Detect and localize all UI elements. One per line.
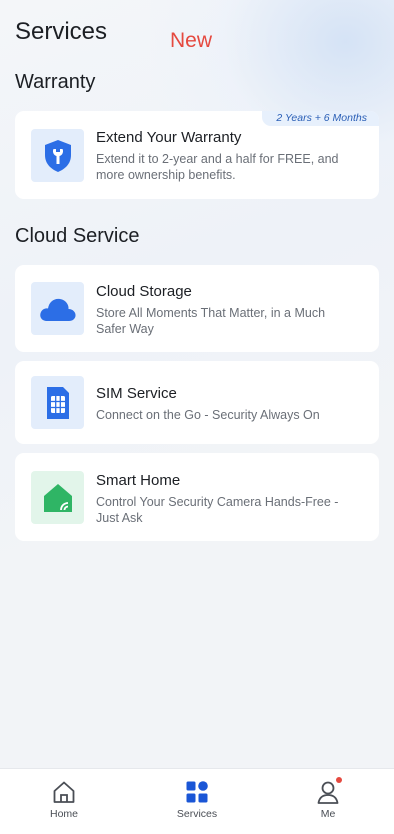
user-icon: [315, 777, 342, 805]
sim-card-icon: [31, 376, 84, 429]
tab-label: Services: [176, 808, 218, 820]
smart-home-card[interactable]: Smart Home Control Your Security Camera …: [15, 453, 379, 541]
cloud-icon: [31, 282, 84, 335]
card-description: Connect on the Go - Security Always On: [96, 408, 320, 422]
section-title-cloud-service: Cloud Service: [15, 225, 140, 247]
services-page: Services New Warranty 2 Years + 6 Months…: [0, 0, 394, 834]
page-title: Services: [15, 18, 108, 45]
section-title-warranty: Warranty: [15, 71, 96, 93]
card-description: Extend it to 2-year and a half for FREE,…: [96, 152, 339, 182]
home-icon: [51, 779, 77, 805]
card-description: Store All Moments That Matter, in a Much…: [96, 306, 326, 336]
services-grid-icon: [184, 779, 210, 805]
cloud-storage-card[interactable]: Cloud Storage Store All Moments That Mat…: [15, 265, 379, 352]
card-title: Extend Your Warranty: [96, 129, 242, 146]
sim-service-card[interactable]: SIM Service Connect on the Go - Security…: [15, 361, 379, 444]
tab-label: Me: [320, 808, 336, 820]
notification-dot: [336, 777, 342, 783]
extend-warranty-card[interactable]: 2 Years + 6 Months Extend Your Warranty …: [15, 111, 379, 199]
card-description: Control Your Security Camera Hands-Free …: [96, 495, 339, 525]
smart-home-icon: [31, 471, 84, 524]
tab-label: Home: [49, 808, 78, 820]
new-tag: New: [170, 29, 213, 52]
bottom-tab-bar: Home Services Me: [0, 768, 394, 834]
tab-services[interactable]: Services: [147, 769, 247, 834]
tab-me[interactable]: Me: [278, 769, 378, 834]
tab-home[interactable]: Home: [14, 769, 114, 834]
card-title: Cloud Storage: [96, 283, 192, 300]
shield-wrench-icon: [31, 129, 84, 182]
card-title: SIM Service: [96, 385, 177, 402]
card-title: Smart Home: [96, 472, 181, 489]
warranty-duration-badge: 2 Years + 6 Months: [262, 111, 379, 126]
